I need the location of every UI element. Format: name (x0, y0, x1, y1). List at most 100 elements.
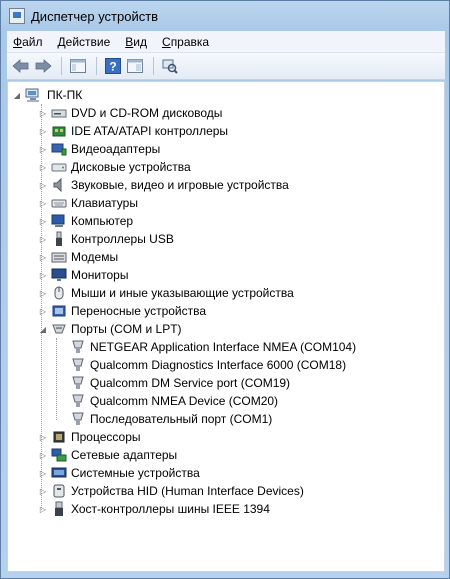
expand-triangle-icon[interactable]: ▷ (38, 252, 48, 262)
expand-triangle-icon[interactable]: ▷ (38, 468, 48, 478)
tree-category[interactable]: ▷ Переносные устройства (38, 302, 206, 320)
port-device-item[interactable]: Qualcomm Diagnostics Interface 6000 (COM… (70, 356, 346, 374)
back-button[interactable] (11, 56, 31, 76)
tree-category[interactable]: ▷ DVD и CD-ROM дисководы (38, 104, 222, 122)
hid-icon (51, 483, 67, 499)
tree-category-label: Мониторы (71, 268, 129, 282)
toolbar-separator (96, 57, 97, 75)
tree-category[interactable]: ▷ Мониторы (38, 266, 129, 284)
port-icon (70, 393, 86, 409)
toolbar-separator (61, 57, 62, 75)
port-device-item[interactable]: Qualcomm NMEA Device (COM20) (70, 392, 278, 410)
tree-category[interactable]: ▷ Процессоры (38, 428, 141, 446)
tree-category-label: Контроллеры USB (71, 232, 174, 246)
expand-triangle-icon[interactable]: ▷ (38, 216, 48, 226)
tree-category-label: Процессоры (71, 430, 141, 444)
tree-category[interactable]: ▷ Клавиатуры (38, 194, 138, 212)
tree-category[interactable]: ▷ Устройства HID (Human Interface Device… (38, 482, 304, 500)
tree-category-label: Видеоадаптеры (71, 142, 161, 156)
menu-help[interactable]: Справка (162, 35, 209, 49)
expand-triangle-icon[interactable]: ▷ (38, 288, 48, 298)
menu-bar: Файл Действие Вид Справка (7, 31, 445, 53)
port-icon (51, 321, 67, 337)
help-button[interactable]: ? (103, 56, 123, 76)
port-device-label: Qualcomm NMEA Device (COM20) (90, 394, 279, 408)
menu-file[interactable]: Файл (13, 35, 43, 49)
expand-triangle-icon[interactable]: ▷ (38, 306, 48, 316)
menu-view[interactable]: Вид (125, 35, 147, 49)
ide-controller-icon (51, 123, 67, 139)
tree-category[interactable]: ▷ Хост-контроллеры шины IEEE 1394 (38, 500, 270, 518)
collapse-triangle-icon[interactable]: ◢ (38, 324, 48, 334)
expand-triangle-icon[interactable]: ▷ (38, 198, 48, 208)
portable-device-icon (51, 303, 67, 319)
menu-action[interactable]: Действие (58, 35, 111, 49)
tree-category[interactable]: ▷ Видеоадаптеры (38, 140, 160, 158)
tree-category-label: Звуковые, видео и игровые устройства (71, 178, 289, 192)
show-hide-console-tree-button[interactable] (68, 56, 88, 76)
port-icon (70, 411, 86, 427)
tree-category[interactable]: ▷ Модемы (38, 248, 118, 266)
monitor-icon (51, 267, 67, 283)
port-device-label: Последовательный порт (COM1) (90, 412, 273, 426)
tree-category-label: DVD и CD-ROM дисководы (71, 106, 223, 120)
expand-triangle-icon[interactable]: ▷ (38, 144, 48, 154)
tree-category[interactable]: ▷ Дисковые устройства (38, 158, 191, 176)
toolbar-separator (153, 57, 154, 75)
tree-root[interactable]: ◢ ПК-ПК (12, 86, 85, 104)
device-manager-icon (9, 8, 25, 24)
arrow-right-icon (35, 59, 52, 73)
tree-category[interactable]: ▷ IDE ATA/ATAPI контроллеры (38, 122, 228, 140)
tree-category[interactable]: ▷ Контроллеры USB (38, 230, 174, 248)
forward-button[interactable] (33, 56, 53, 76)
expand-triangle-icon[interactable]: ▷ (38, 270, 48, 280)
system-device-icon (51, 465, 67, 481)
device-tree-pane[interactable]: ◢ ПК-ПК ▷ DVD и CD-ROM дисководы ▷ IDE A… (7, 81, 445, 572)
arrow-left-icon (12, 59, 29, 73)
toolbar: ? (7, 53, 445, 80)
expand-triangle-icon[interactable]: ▷ (38, 162, 48, 172)
tree-category-label: Дисковые устройства (71, 160, 191, 174)
tree-category-label: Хост-контроллеры шины IEEE 1394 (71, 502, 270, 516)
tree-category-expanded[interactable]: ◢ Порты (COM и LPT) (38, 320, 182, 338)
collapse-triangle-icon[interactable]: ◢ (12, 90, 22, 100)
console-tree-icon (70, 59, 86, 73)
expand-triangle-icon[interactable]: ▷ (38, 126, 48, 136)
title-bar[interactable]: Диспетчер устройств (1, 1, 449, 31)
tree-category-label: Сетевые адаптеры (71, 448, 178, 462)
tree-category-label: Модемы (71, 250, 119, 264)
tree-category[interactable]: ▷ Мыши и иные указывающие устройства (38, 284, 294, 302)
help-icon: ? (105, 58, 121, 74)
port-icon (70, 375, 86, 391)
expand-triangle-icon[interactable]: ▷ (38, 450, 48, 460)
speaker-icon (51, 177, 67, 193)
expand-triangle-icon[interactable]: ▷ (38, 180, 48, 190)
port-device-label: Qualcomm DM Service port (COM19) (90, 376, 291, 390)
modem-icon (51, 249, 67, 265)
tree-category-label: Системные устройства (71, 466, 200, 480)
port-icon (70, 357, 86, 373)
svg-text:?: ? (109, 60, 116, 74)
properties-button[interactable] (125, 56, 145, 76)
expand-triangle-icon[interactable]: ▷ (38, 504, 48, 514)
port-icon (70, 339, 86, 355)
expand-triangle-icon[interactable]: ▷ (38, 234, 48, 244)
tree-category-label: Мыши и иные указывающие устройства (71, 286, 294, 300)
port-device-item[interactable]: Последовательный порт (COM1) (70, 410, 272, 428)
tree-category[interactable]: ▷ Компьютер (38, 212, 133, 230)
tree-category-label: Переносные устройства (71, 304, 207, 318)
port-device-item[interactable]: Qualcomm DM Service port (COM19) (70, 374, 290, 392)
expand-triangle-icon[interactable]: ▷ (38, 486, 48, 496)
scan-hardware-button[interactable] (160, 56, 180, 76)
expand-triangle-icon[interactable]: ▷ (38, 108, 48, 118)
port-device-item[interactable]: NETGEAR Application Interface NMEA (COM1… (70, 338, 356, 356)
port-device-label: NETGEAR Application Interface NMEA (COM1… (90, 340, 357, 354)
processor-icon (51, 429, 67, 445)
tree-category[interactable]: ▷ Сетевые адаптеры (38, 446, 177, 464)
tree-category[interactable]: ▷ Звуковые, видео и игровые устройства (38, 176, 289, 194)
network-adapter-icon (51, 447, 67, 463)
tree-guide-line (56, 338, 57, 420)
expand-triangle-icon[interactable]: ▷ (38, 432, 48, 442)
tree-category-label: Устройства HID (Human Interface Devices) (71, 484, 304, 498)
tree-category[interactable]: ▷ Системные устройства (38, 464, 200, 482)
